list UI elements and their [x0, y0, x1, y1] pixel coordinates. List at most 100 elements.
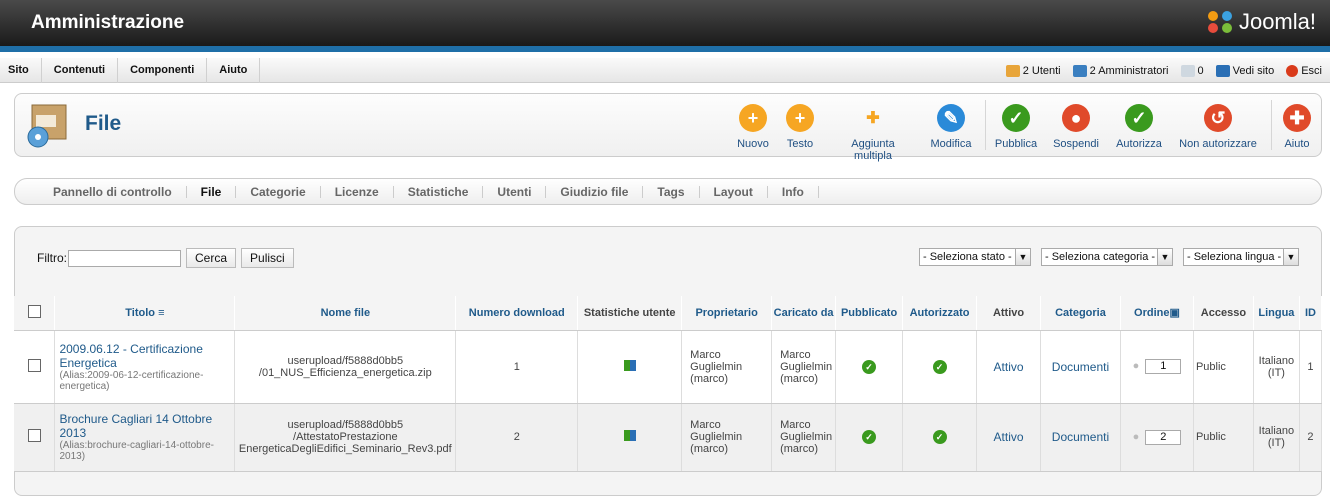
- col-filename[interactable]: Nome file: [234, 296, 457, 331]
- tab-info[interactable]: Info: [768, 185, 819, 198]
- files-table: Titolo ≡ Nome file Numero download Stati…: [14, 296, 1323, 472]
- chevron-down-icon: ▼: [1015, 249, 1030, 265]
- row-alias: (Alias:brochure-cagliari-14-ottobre-2013…: [59, 440, 214, 462]
- order-arrow-icon[interactable]: ●: [1133, 360, 1140, 372]
- row-alias: (Alias:2009-06-12-certificazione-energet…: [59, 369, 204, 392]
- text-button[interactable]: + Testo: [782, 104, 818, 150]
- stats-icon[interactable]: [577, 403, 683, 472]
- admins-icon: [1072, 64, 1087, 77]
- joomla-logo-icon: [1207, 11, 1232, 33]
- col-id[interactable]: ID: [1299, 296, 1323, 331]
- pencil-icon: ✎: [937, 104, 965, 132]
- category-link[interactable]: Documenti: [1052, 360, 1109, 374]
- active-link[interactable]: Attivo: [994, 430, 1024, 444]
- col-title[interactable]: Titolo ≡: [54, 296, 236, 331]
- published-check-icon[interactable]: ✓: [862, 359, 877, 374]
- col-active: Attivo: [976, 296, 1041, 331]
- order-input[interactable]: 2: [1145, 429, 1182, 445]
- category-link[interactable]: Documenti: [1052, 430, 1109, 444]
- row-title-link[interactable]: 2009.06.12 - Certificazione Energetica: [59, 342, 234, 370]
- plus-icon: +: [786, 104, 814, 132]
- col-order[interactable]: Ordine▣: [1120, 296, 1194, 331]
- users-status[interactable]: 2 Utenti: [1005, 64, 1061, 77]
- multi-add-button[interactable]: ✚ Aggiunta multipla: [831, 104, 915, 162]
- select-all-checkbox[interactable]: [14, 296, 56, 331]
- row-owner: Marco Guglielmin (marco): [681, 330, 773, 404]
- category-select[interactable]: - Seleziona categoria - ▼: [1041, 248, 1173, 266]
- tab-licenses[interactable]: Licenze: [321, 185, 394, 198]
- row-language: Italiano (IT): [1253, 330, 1300, 404]
- table-row: 2009.06.12 - Certificazione Energetica (A…: [14, 330, 1323, 404]
- suspend-button[interactable]: ● Sospendi: [1051, 104, 1101, 150]
- state-select[interactable]: - Seleziona stato - ▼: [919, 248, 1031, 266]
- toolbar: File + Nuovo + Testo ✚ Aggiunta multipla ✎ M…: [14, 93, 1322, 162]
- col-category[interactable]: Categoria: [1040, 296, 1121, 331]
- header-bar: Amministrazione Joomla!: [0, 0, 1330, 52]
- menu-componenti[interactable]: Componenti: [118, 57, 208, 83]
- sort-icon: ≡: [158, 306, 165, 319]
- stats-icon[interactable]: [577, 330, 683, 404]
- tab-layout[interactable]: Layout: [700, 185, 768, 198]
- active-link[interactable]: Attivo: [994, 360, 1024, 374]
- file-box-icon: [26, 99, 70, 149]
- tab-control-panel[interactable]: Pannello di controllo: [39, 185, 187, 198]
- col-language[interactable]: Lingua: [1253, 296, 1300, 331]
- publish-button[interactable]: ✓ Pubblica: [993, 104, 1039, 150]
- col-uploaded-by[interactable]: Caricato da: [771, 296, 837, 331]
- table-row: Brochure Cagliari 14 Ottobre 2013 (Alias:…: [14, 403, 1323, 472]
- monitor-icon: [1215, 64, 1230, 77]
- admins-status[interactable]: 2 Amministratori: [1072, 64, 1169, 77]
- filter-label: Filtro:: [37, 251, 67, 265]
- tab-users[interactable]: Utenti: [483, 185, 547, 198]
- authorize-button[interactable]: ✓ Autorizza: [1113, 104, 1165, 150]
- tab-statistics[interactable]: Statistiche: [394, 185, 484, 198]
- chevron-down-icon: ▼: [1283, 249, 1298, 265]
- page-title: File: [85, 112, 122, 135]
- order-input[interactable]: 1: [1145, 359, 1182, 374]
- menu-aiuto[interactable]: Aiuto: [207, 57, 261, 83]
- published-check-icon[interactable]: ✓: [862, 430, 877, 444]
- col-user-stats: Statistiche utente: [577, 296, 683, 331]
- authorize-icon: ✓: [1125, 104, 1153, 132]
- row-checkbox[interactable]: [27, 358, 41, 372]
- logout-link[interactable]: Esci: [1286, 64, 1322, 77]
- view-site-link[interactable]: Vedi sito: [1215, 64, 1274, 77]
- check-icon: ✓: [1002, 104, 1030, 132]
- clear-button[interactable]: Pulisci: [241, 248, 294, 268]
- row-id: 1: [1299, 330, 1323, 404]
- row-downloads: 1: [455, 330, 579, 404]
- col-published[interactable]: Pubblicato: [835, 296, 904, 331]
- menu-sito[interactable]: Sito: [0, 57, 42, 83]
- row-title-link[interactable]: Brochure Cagliari 14 Ottobre 2013: [59, 412, 234, 440]
- tab-file[interactable]: File: [187, 185, 237, 198]
- row-access: Public: [1193, 403, 1254, 472]
- col-owner[interactable]: Proprietario: [681, 296, 773, 331]
- col-authorized[interactable]: Autorizzato: [902, 296, 978, 331]
- row-filename: userupload/f5888d0bb5 /AttestatoPrestazi…: [234, 403, 457, 472]
- row-id: 2: [1299, 403, 1323, 472]
- new-button[interactable]: + Nuovo: [733, 104, 773, 150]
- tab-tags[interactable]: Tags: [643, 185, 700, 198]
- stop-icon: ●: [1062, 104, 1090, 132]
- multi-plus-icon: ✚: [866, 110, 880, 127]
- filter-bar: Filtro: Cerca Pulisci: [37, 248, 294, 268]
- save-order-icon[interactable]: ▣: [1169, 307, 1179, 319]
- authorized-check-icon[interactable]: ✓: [932, 359, 947, 374]
- col-downloads[interactable]: Numero download: [455, 296, 579, 331]
- row-access: Public: [1193, 330, 1254, 404]
- help-button[interactable]: ✚ Aiuto: [1279, 104, 1315, 150]
- tab-categories[interactable]: Categorie: [236, 185, 321, 198]
- filter-input[interactable]: [68, 249, 181, 267]
- app-title: Amministrazione: [31, 12, 185, 33]
- messages-status[interactable]: 0: [1180, 64, 1204, 77]
- search-button[interactable]: Cerca: [186, 248, 237, 268]
- row-checkbox[interactable]: [27, 429, 41, 442]
- menu-contenuti[interactable]: Contenuti: [42, 57, 119, 83]
- order-arrow-icon[interactable]: ●: [1133, 431, 1140, 443]
- tab-rating[interactable]: Giudizio file: [546, 185, 644, 198]
- authorized-check-icon[interactable]: ✓: [932, 430, 947, 444]
- language-select[interactable]: - Seleziona lingua - ▼: [1183, 248, 1299, 266]
- joomla-logo: Joomla!: [1205, 8, 1316, 36]
- edit-button[interactable]: ✎ Modifica: [929, 104, 973, 150]
- unauthorize-button[interactable]: ↺ Non autorizzare: [1177, 104, 1259, 150]
